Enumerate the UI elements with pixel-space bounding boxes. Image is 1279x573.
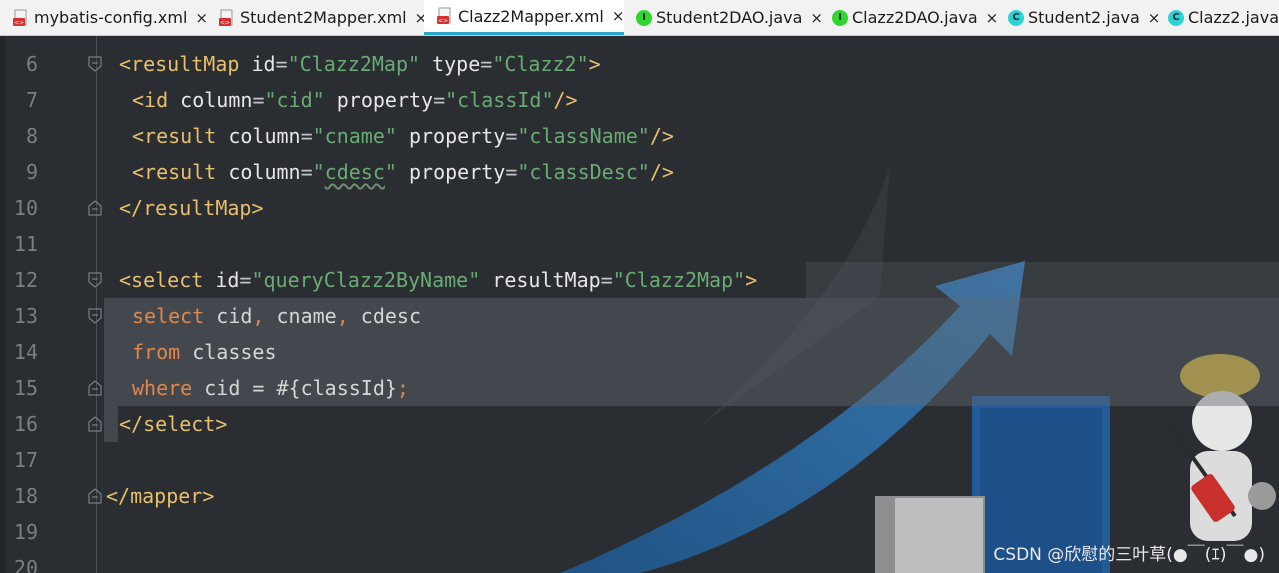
tab-student2dao[interactable]: I Student2DAO.java × <box>624 0 823 35</box>
code-line[interactable]: 18 </mapper> <box>0 478 1279 514</box>
class-icon: C <box>1168 8 1184 28</box>
code-text: <resultMap id="Clazz2Map" type="Clazz2"> <box>119 52 601 76</box>
fold-open-icon[interactable] <box>88 308 102 324</box>
line-number: 18 <box>13 484 38 508</box>
code-text: where cid = #{classId}; <box>132 376 409 400</box>
code-text: <result column="cname" property="classNa… <box>132 124 674 148</box>
line-number: 12 <box>13 268 38 292</box>
watermark: CSDN @欣慰的三叶草(●￣(ｴ)￣●) <box>993 545 1265 565</box>
svg-text:<>: <> <box>438 18 448 25</box>
tab-label: Clazz2DAO.java <box>852 8 978 27</box>
tab-mybatis-config[interactable]: <> mybatis-config.xml × <box>0 0 208 35</box>
class-icon: C <box>1008 8 1024 28</box>
code-text: <result column="cdesc" property="classDe… <box>132 160 674 184</box>
code-line[interactable]: 6 <resultMap id="Clazz2Map" type="Clazz2… <box>0 46 1279 82</box>
code-line[interactable]: 10 </resultMap> <box>0 190 1279 226</box>
close-icon[interactable]: × <box>612 7 625 25</box>
tab-clazz2dao[interactable]: I Clazz2DAO.java × <box>820 0 998 35</box>
code-line[interactable]: 9 <result column="cdesc" property="class… <box>0 154 1279 190</box>
xml-file-icon: <> <box>12 8 30 28</box>
code-line[interactable]: 14 from classes <box>0 334 1279 370</box>
code-line[interactable]: 7 <id column="cid" property="classId"/> <box>0 82 1279 118</box>
tab-label: Student2DAO.java <box>656 8 803 27</box>
line-number: 14 <box>13 340 38 364</box>
tab-student2mapper[interactable]: <> Student2Mapper.xml × <box>206 0 427 35</box>
editor-tab-bar: <> mybatis-config.xml × <> Student2Mappe… <box>0 0 1279 36</box>
code-line[interactable]: 8 <result column="cname" property="class… <box>0 118 1279 154</box>
svg-text:<>: <> <box>14 19 24 26</box>
fold-close-icon[interactable] <box>88 380 102 396</box>
spellcheck-warning: cdesc <box>324 160 385 184</box>
tab-label: Clazz2.java <box>1188 8 1279 27</box>
tab-clazz2mapper[interactable]: <> Clazz2Mapper.xml × <box>424 0 624 35</box>
line-number: 7 <box>25 88 38 112</box>
fold-close-icon[interactable] <box>88 416 102 432</box>
line-number: 15 <box>13 376 38 400</box>
code-line[interactable]: 13 select cid, cname, cdesc <box>0 298 1279 334</box>
fold-close-icon[interactable] <box>88 200 102 216</box>
code-text: </select> <box>119 412 228 436</box>
line-number: 8 <box>25 124 38 148</box>
fold-open-icon[interactable] <box>88 272 102 288</box>
code-text: <select id="queryClazz2ByName" resultMap… <box>119 268 758 292</box>
code-line[interactable]: 15 where cid = #{classId}; <box>0 370 1279 406</box>
fold-open-icon[interactable] <box>88 56 102 72</box>
line-number: 16 <box>13 412 38 436</box>
code-line[interactable]: 16 </select> <box>0 406 1279 442</box>
code-editor[interactable]: 6 <resultMap id="Clazz2Map" type="Clazz2… <box>0 36 1279 573</box>
code-line[interactable]: 12 <select id="queryClazz2ByName" result… <box>0 262 1279 298</box>
code-text: from classes <box>132 340 277 364</box>
line-number: 6 <box>25 52 38 76</box>
line-number: 9 <box>25 160 38 184</box>
line-number: 17 <box>13 448 38 472</box>
line-number: 19 <box>13 520 38 544</box>
code-line[interactable]: 17 <box>0 442 1279 478</box>
fold-close-icon[interactable] <box>88 488 102 504</box>
line-number: 11 <box>13 232 38 256</box>
code-text: <id column="cid" property="classId"/> <box>132 88 578 112</box>
code-text: </resultMap> <box>119 196 264 220</box>
code-text: select cid, cname, cdesc <box>132 304 422 328</box>
code-text: </mapper> <box>106 484 215 508</box>
code-line[interactable]: 11 <box>0 226 1279 262</box>
tab-label: Student2.java <box>1028 8 1140 27</box>
interface-icon: I <box>636 8 652 28</box>
xml-file-icon: <> <box>436 6 454 26</box>
svg-text:<>: <> <box>220 19 230 26</box>
interface-icon: I <box>832 8 848 28</box>
line-number: 10 <box>13 196 38 220</box>
tab-label: mybatis-config.xml <box>34 8 188 27</box>
line-number: 20 <box>13 556 38 573</box>
tab-label: Clazz2Mapper.xml <box>458 6 604 26</box>
tab-clazz2[interactable]: C Clazz2.java <box>1156 0 1279 35</box>
xml-file-icon: <> <box>218 8 236 28</box>
tab-label: Student2Mapper.xml <box>240 8 407 27</box>
tab-student2[interactable]: C Student2.java × <box>996 0 1160 35</box>
line-number: 13 <box>13 304 38 328</box>
